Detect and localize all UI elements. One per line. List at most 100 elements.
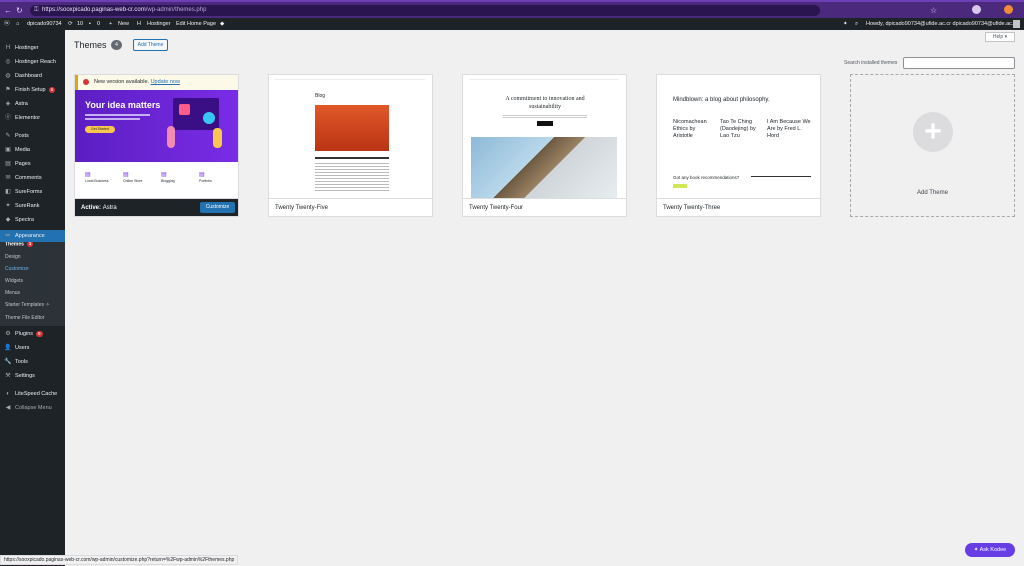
sidebar-item-spectra[interactable]: ◆ Spectra bbox=[0, 214, 65, 226]
submenu-customize[interactable]: Customize bbox=[5, 266, 29, 272]
profile-avatar[interactable] bbox=[972, 5, 981, 14]
preview-building-image bbox=[471, 137, 617, 198]
sidebar-item-astra[interactable]: ◈ Astra bbox=[0, 98, 65, 110]
howdy-user[interactable]: Howdy, dpicado90734@ufide.ac.cr dpicado9… bbox=[866, 18, 1018, 30]
address-bar[interactable]: ⚿ https://sooxpicado.paginas-web-cr.com/… bbox=[30, 5, 820, 16]
sidebar-item-tools[interactable]: 🔧 Tools bbox=[0, 356, 65, 368]
tools-icon: 🔧 bbox=[4, 359, 12, 365]
theme-screenshot-astra[interactable]: New version available. Update now Your i… bbox=[75, 75, 238, 198]
comments-icon[interactable]: ▪ bbox=[89, 18, 91, 30]
hostinger-reach-icon: ◎ bbox=[5, 59, 11, 65]
submenu-starter-templates[interactable]: Starter Templates ✧ bbox=[5, 302, 50, 308]
status-bar-url: https://sooxpicado.paginas-web-cr.com/wp… bbox=[0, 555, 239, 565]
sidebar-item-label: SureRank bbox=[15, 203, 40, 209]
help-tab-button[interactable]: Help ▾ bbox=[985, 32, 1015, 42]
ai-sparkle-icon[interactable]: ✦ bbox=[843, 18, 848, 30]
wordpress-logo-icon[interactable]: ⓦ bbox=[4, 18, 10, 30]
theme-screenshot-twenty-twenty-five[interactable]: Blog bbox=[269, 75, 432, 198]
cart-icon: ▤ bbox=[123, 172, 129, 178]
sidebar-item-comments[interactable]: ✉ Comments bbox=[0, 172, 65, 184]
main-content: Themes 4 Add Theme Help ▾ Search install… bbox=[65, 30, 1024, 566]
sidebar-item-label: Posts bbox=[15, 133, 29, 139]
plus-icon: + bbox=[109, 21, 113, 27]
sidebar-item-label: Astra bbox=[15, 101, 28, 107]
update-notice: New version available. Update now bbox=[75, 75, 238, 90]
collapse-menu-icon: ◀ bbox=[5, 405, 11, 411]
sidebar-item-label: LiteSpeed Cache bbox=[15, 391, 58, 397]
store-icon: ▤ bbox=[85, 172, 91, 178]
search-label: Search installed themes bbox=[844, 60, 898, 66]
add-theme-button[interactable]: Add Theme bbox=[133, 39, 168, 51]
submenu-theme-file-editor[interactable]: Theme File Editor bbox=[5, 315, 44, 321]
astra-icon: ◈ bbox=[5, 101, 11, 107]
sidebar-item-surerank[interactable]: ✦ SureRank bbox=[0, 200, 65, 212]
warning-icon bbox=[83, 79, 89, 85]
sureforms-icon: ◧ bbox=[5, 189, 11, 195]
submenu-menus[interactable]: Menus bbox=[5, 290, 20, 296]
new-menu[interactable]: New bbox=[118, 18, 129, 30]
edit-home-page[interactable]: Edit Home Page bbox=[176, 18, 216, 30]
add-new-theme-card[interactable]: + Add Theme bbox=[850, 74, 1015, 217]
sidebar-item-label: Hostinger Reach bbox=[15, 59, 56, 65]
preview-image bbox=[315, 105, 389, 151]
home-icon: ⌂ bbox=[16, 21, 20, 27]
sidebar-item-settings[interactable]: ⚒ Settings bbox=[0, 370, 65, 382]
media-icon: ▣ bbox=[5, 147, 11, 153]
updates-icon[interactable]: ⟳ bbox=[68, 18, 73, 30]
spectra-icon: ◆ bbox=[5, 217, 11, 223]
avatar[interactable] bbox=[1013, 20, 1020, 28]
appearance-icon: ✏ bbox=[5, 233, 11, 239]
theme-screenshot-twenty-twenty-four[interactable]: A commitment to innovation and sustainab… bbox=[463, 75, 626, 198]
sidebar-item-elementor[interactable]: ⓔ Elementor bbox=[0, 112, 65, 124]
updates-count[interactable]: 10 bbox=[77, 18, 83, 30]
extension-icon[interactable] bbox=[1004, 5, 1013, 14]
sidebar-item-litespeed-cache[interactable]: ◐ LiteSpeed Cache bbox=[0, 388, 65, 400]
blog-icon: ▤ bbox=[161, 172, 167, 178]
update-now-link[interactable]: Update now bbox=[151, 79, 180, 85]
search-icon[interactable]: ⌕ bbox=[855, 18, 858, 30]
comments-count[interactable]: 0 bbox=[97, 18, 100, 30]
sidebar-item-pages[interactable]: ▤ Pages bbox=[0, 158, 65, 170]
theme-screenshot-twenty-twenty-three[interactable]: Mindblown: a blog about philosophy. Nico… bbox=[657, 75, 820, 198]
theme-card-astra[interactable]: New version available. Update now Your i… bbox=[74, 74, 239, 217]
site-name[interactable]: dpicado90734 bbox=[27, 18, 62, 30]
sidebar-item-sureforms[interactable]: ◧ SureForms bbox=[0, 186, 65, 198]
search-themes-input[interactable] bbox=[903, 57, 1015, 69]
theme-card-twenty-twenty-three[interactable]: Mindblown: a blog about philosophy. Nico… bbox=[656, 74, 821, 217]
back-icon[interactable]: ← bbox=[4, 5, 12, 16]
sidebar-item-label: Elementor bbox=[15, 115, 41, 121]
sidebar-item-finish-setup[interactable]: ⚑ Finish Setup 6 bbox=[0, 84, 65, 96]
sidebar-item-users[interactable]: 👤 Users bbox=[0, 342, 65, 354]
ask-kodee-button[interactable]: ✦ Ask Kodee bbox=[965, 543, 1015, 557]
pages-icon: ▤ bbox=[5, 161, 11, 167]
browser-toolbar: ← ↻ ⚿ https://sooxpicado.paginas-web-cr.… bbox=[0, 0, 1024, 18]
plus-icon: + bbox=[913, 112, 953, 152]
posts-icon: ✎ bbox=[5, 133, 11, 139]
sidebar-item-dashboard[interactable]: ◍ Dashboard bbox=[0, 70, 65, 82]
diamond-icon[interactable]: ◆ bbox=[220, 18, 224, 30]
kodee-icon: ✦ bbox=[973, 547, 979, 553]
theme-card-twenty-twenty-five[interactable]: Blog Twenty Twenty-Five bbox=[268, 74, 433, 217]
theme-count-badge: 4 bbox=[111, 40, 122, 50]
submenu-widgets[interactable]: Widgets bbox=[5, 278, 23, 284]
reload-icon[interactable]: ↻ bbox=[16, 5, 23, 16]
theme-name: Twenty Twenty-Three bbox=[657, 198, 820, 216]
sidebar-item-plugins[interactable]: ⚙ Plugins 9 bbox=[0, 328, 65, 340]
sidebar-item-hostinger[interactable]: H Hostinger bbox=[0, 42, 65, 54]
users-icon: 👤 bbox=[4, 345, 12, 351]
sidebar-item-label: Hostinger bbox=[15, 45, 39, 51]
submenu-design[interactable]: Design bbox=[5, 254, 21, 260]
sidebar-item-media[interactable]: ▣ Media bbox=[0, 144, 65, 156]
sidebar-item-posts[interactable]: ✎ Posts bbox=[0, 130, 65, 142]
star-icon[interactable]: ☆ bbox=[930, 5, 937, 16]
sidebar-item-appearance[interactable]: ✏ Appearance bbox=[0, 230, 65, 242]
customize-button[interactable]: Customize bbox=[200, 202, 235, 213]
astra-hero: Your idea matters Get Started bbox=[75, 90, 238, 162]
sidebar-item-hostinger-reach[interactable]: ◎ Hostinger Reach bbox=[0, 56, 65, 68]
dashboard-icon: ◍ bbox=[5, 73, 11, 79]
sidebar-item-collapse-menu[interactable]: ◀ Collapse Menu bbox=[0, 402, 65, 414]
sidebar-item-label: Spectra bbox=[15, 217, 34, 223]
theme-card-twenty-twenty-four[interactable]: A commitment to innovation and sustainab… bbox=[462, 74, 627, 217]
hostinger-menu[interactable]: Hostinger bbox=[147, 18, 171, 30]
sidebar-item-label: Appearance bbox=[15, 233, 45, 239]
